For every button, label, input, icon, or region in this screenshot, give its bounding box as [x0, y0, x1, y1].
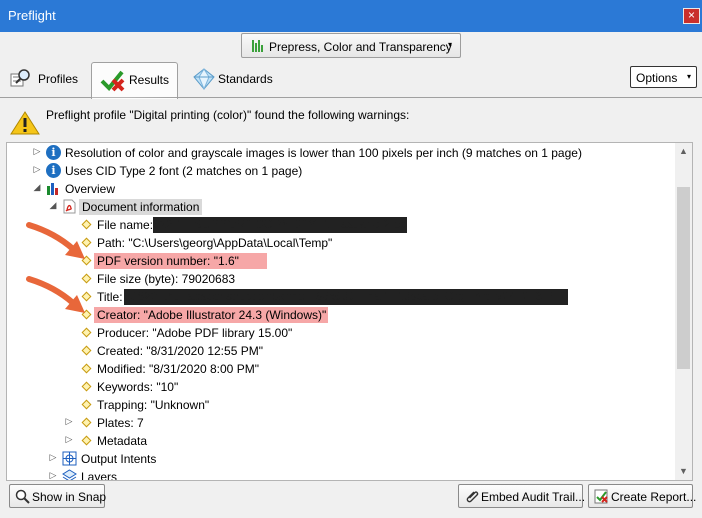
crystal-icon: [193, 68, 215, 90]
vertical-scrollbar[interactable]: ▲ ▼: [675, 143, 692, 480]
tab-results[interactable]: Results: [91, 62, 178, 99]
collapse-icon[interactable]: ◢: [32, 182, 42, 193]
tab-standards[interactable]: Standards: [190, 64, 275, 96]
profile-dropdown-label: Prepress, Color and Transparency: [269, 40, 452, 54]
snap-magnifier-icon: [15, 489, 30, 504]
property-label: Title:: [97, 290, 123, 304]
property-label: Path: "C:\Users\georg\AppData\Local\Temp…: [97, 236, 333, 250]
tab-profiles[interactable]: Profiles: [10, 64, 85, 96]
show-in-snap-button[interactable]: Show in Snap: [9, 484, 107, 508]
expand-icon[interactable]: ▷: [32, 164, 42, 175]
tree-item-cid-font[interactable]: ▷ i Uses CID Type 2 font (2 matches on 1…: [7, 162, 676, 180]
property-diamond-icon: [81, 363, 92, 374]
bar-chart-icon: [252, 40, 264, 52]
expand-icon[interactable]: ▷: [64, 434, 74, 445]
tab-standards-label: Standards: [218, 72, 273, 86]
property-diamond-icon: [81, 345, 92, 356]
annotation-arrow: [26, 276, 85, 313]
property-label: PDF version number: "1.6": [94, 253, 267, 269]
tab-profiles-label: Profiles: [38, 72, 79, 86]
info-icon: i: [46, 145, 61, 160]
report-icon: [594, 489, 608, 504]
property-title[interactable]: Title: 30822_thorlabsconstructionbanner_…: [7, 288, 676, 306]
expand-icon[interactable]: ▷: [64, 416, 74, 427]
property-file-size[interactable]: File size (byte): 79020683: [7, 270, 676, 288]
tree-item-document-information[interactable]: ◢ Document information: [7, 198, 676, 216]
property-label: Metadata: [97, 434, 148, 448]
tree-item-label: Layers: [81, 470, 118, 481]
property-label: Producer: "Adobe PDF library 15.00": [97, 326, 293, 340]
property-metadata[interactable]: ▷ Metadata: [7, 432, 676, 450]
property-diamond-icon: [81, 435, 92, 446]
create-report-label: Create Report...: [611, 490, 697, 504]
chevron-down-icon: ▾: [447, 40, 452, 49]
tree-item-label: Document information: [79, 199, 203, 215]
show-in-snap-label: Show in Snap: [32, 490, 107, 504]
property-path[interactable]: Path: "C:\Users\georg\AppData\Local\Temp…: [7, 234, 676, 252]
property-label: Trapping: "Unknown": [97, 398, 210, 412]
property-trapping[interactable]: Trapping: "Unknown": [7, 396, 676, 414]
annotation-arrow: [26, 222, 85, 259]
property-plates[interactable]: ▷ Plates: 7: [7, 414, 676, 432]
chevron-down-icon: ▾: [686, 72, 691, 81]
output-intents-icon: [62, 451, 77, 466]
tree-item-label: Uses CID Type 2 font (2 matches on 1 pag…: [65, 164, 303, 178]
property-label: File name:: [97, 218, 154, 232]
results-tree[interactable]: ▷ i Resolution of color and grayscale im…: [6, 142, 693, 481]
title-bar: Preflight ×: [0, 0, 702, 32]
property-modified[interactable]: Modified: "8/31/2020 8:00 PM": [7, 360, 676, 378]
tree-item-label: Resolution of color and grayscale images…: [65, 146, 582, 160]
embed-audit-trail-label: Embed Audit Trail...: [481, 490, 586, 504]
bar-chart-icon: [47, 183, 58, 195]
layers-icon: [62, 469, 77, 480]
collapse-icon[interactable]: ◢: [48, 200, 58, 211]
expand-icon[interactable]: ▷: [32, 146, 42, 157]
property-file-name[interactable]: File name: 622-1 - SUPPORT COPY-CTY_1-Fa…: [7, 216, 676, 234]
window-title: Preflight: [8, 8, 56, 23]
scrollbar-thumb[interactable]: [677, 187, 690, 369]
close-button[interactable]: ×: [683, 8, 700, 24]
tree-item-overview[interactable]: ◢ Overview: [7, 180, 676, 198]
warning-icon: [10, 111, 40, 135]
property-keywords[interactable]: Keywords: "10": [7, 378, 676, 396]
tree-item-label: Output Intents: [81, 452, 157, 466]
scroll-up-icon[interactable]: ▲: [675, 143, 692, 160]
property-label: Created: "8/31/2020 12:55 PM": [97, 344, 263, 358]
tree-item-label: Overview: [65, 182, 116, 196]
property-diamond-icon: [81, 381, 92, 392]
property-creator[interactable]: Creator: "Adobe Illustrator 24.3 (Window…: [7, 306, 676, 324]
property-producer[interactable]: Producer: "Adobe PDF library 15.00": [7, 324, 676, 342]
expand-icon[interactable]: ▷: [48, 470, 58, 480]
property-diamond-icon: [81, 399, 92, 410]
create-report-button[interactable]: Create Report...: [588, 484, 697, 508]
warning-message: Preflight profile "Digital printing (col…: [46, 108, 410, 122]
info-icon: i: [46, 163, 61, 178]
expand-icon[interactable]: ▷: [48, 452, 58, 463]
property-label: Modified: "8/31/2020 8:00 PM": [97, 362, 259, 376]
scroll-down-icon[interactable]: ▼: [675, 463, 692, 480]
property-diamond-icon: [81, 327, 92, 338]
redacted-value: 30822_thorlabsconstructionbanner_66x600_…: [124, 289, 568, 305]
tree-item-output-intents[interactable]: ▷ Output Intents: [7, 450, 676, 468]
checkmark-cross-icon: [100, 70, 125, 92]
options-button[interactable]: Options ▾: [630, 66, 697, 88]
paperclip-icon: [466, 491, 479, 503]
pdf-file-icon: [63, 199, 76, 214]
embed-audit-trail-button[interactable]: Embed Audit Trail...: [458, 484, 586, 508]
tree-item-resolution[interactable]: ▷ i Resolution of color and grayscale im…: [7, 144, 676, 162]
tab-bar: Profiles Results Standards: [0, 60, 702, 99]
tree-item-layers[interactable]: ▷ Layers: [7, 468, 676, 481]
options-label: Options: [636, 71, 678, 85]
property-label: Plates: 7: [97, 416, 144, 430]
profile-dropdown[interactable]: Prepress, Color and Transparency ▾: [241, 33, 461, 58]
property-label: Keywords: "10": [97, 380, 179, 394]
tab-results-label: Results: [129, 73, 170, 87]
magnifier-icon: [10, 69, 30, 87]
property-label: File size (byte): 79020683: [97, 272, 236, 286]
redacted-value: 622-1 - SUPPORT COPY-CTY_1-Fastlane-2.pd…: [153, 217, 407, 233]
property-created[interactable]: Created: "8/31/2020 12:55 PM": [7, 342, 676, 360]
property-label: Creator: "Adobe Illustrator 24.3 (Window…: [94, 307, 328, 323]
property-diamond-icon: [81, 417, 92, 428]
property-pdf-version[interactable]: PDF version number: "1.6": [7, 252, 676, 270]
